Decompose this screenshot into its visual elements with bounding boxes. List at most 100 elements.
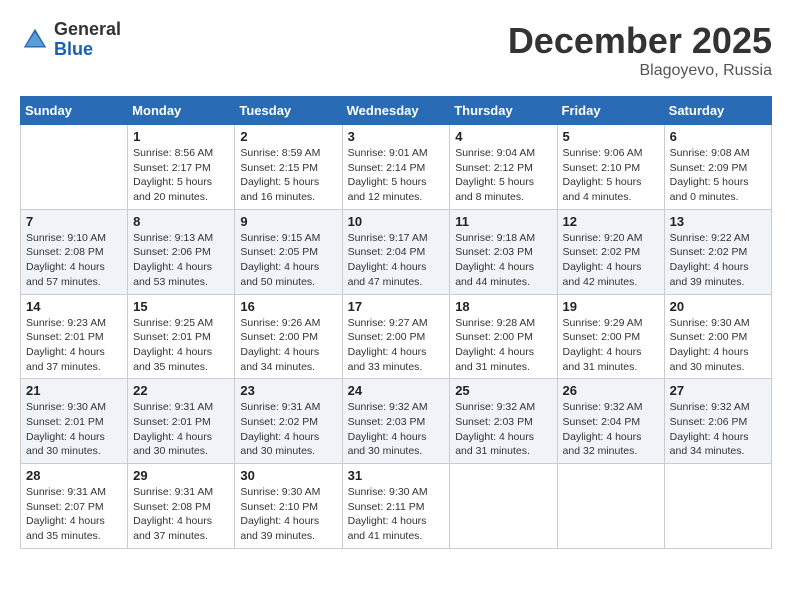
calendar-cell: 3 Sunrise: 9:01 AM Sunset: 2:14 PM Daylig… bbox=[342, 125, 450, 210]
logo-blue: Blue bbox=[54, 40, 121, 60]
day-info: Sunrise: 9:31 AM Sunset: 2:07 PM Dayligh… bbox=[26, 485, 122, 544]
calendar-cell: 21Sunrise: 9:30 AM Sunset: 2:01 PM Dayli… bbox=[21, 379, 128, 464]
calendar-cell: 19 Sunrise: 9:29 AM Sunset: 2:00 PM Dayli… bbox=[557, 294, 664, 379]
calendar-cell: 9Sunrise: 9:15 AM Sunset: 2:05 PM Daylig… bbox=[235, 209, 342, 294]
calendar-cell: 30 Sunrise: 9:30 AM Sunset: 2:10 PM Dayli… bbox=[235, 464, 342, 549]
day-info: Sunrise: 9:32 AM Sunset: 2:06 PM Dayligh… bbox=[670, 400, 766, 459]
month-title: December 2025 bbox=[508, 20, 772, 62]
day-info: Sunrise: 9:31 AM Sunset: 2:01 PM Dayligh… bbox=[133, 400, 229, 459]
calendar-week-4: 21Sunrise: 9:30 AM Sunset: 2:01 PM Dayli… bbox=[21, 379, 772, 464]
day-info: Sunrise: 9:20 AM Sunset: 2:02 PM Dayligh… bbox=[563, 231, 659, 290]
calendar-cell: 7 Sunrise: 9:10 AM Sunset: 2:08 PM Daylig… bbox=[21, 209, 128, 294]
day-info: Sunrise: 9:32 AM Sunset: 2:03 PM Dayligh… bbox=[455, 400, 551, 459]
day-info: Sunrise: 9:15 AM Sunset: 2:05 PM Dayligh… bbox=[240, 231, 336, 290]
calendar-cell: 10 Sunrise: 9:17 AM Sunset: 2:04 PM Dayli… bbox=[342, 209, 450, 294]
day-number: 24 bbox=[348, 383, 445, 398]
day-info: Sunrise: 9:29 AM Sunset: 2:00 PM Dayligh… bbox=[563, 316, 659, 375]
day-info: Sunrise: 9:22 AM Sunset: 2:02 PM Dayligh… bbox=[670, 231, 766, 290]
logo: General Blue bbox=[20, 20, 121, 60]
calendar-cell bbox=[557, 464, 664, 549]
day-info: Sunrise: 9:13 AM Sunset: 2:06 PM Dayligh… bbox=[133, 231, 229, 290]
day-number: 23 bbox=[240, 383, 336, 398]
day-number: 11 bbox=[455, 214, 551, 229]
day-number: 29 bbox=[133, 468, 229, 483]
calendar-table: SundayMondayTuesdayWednesdayThursdayFrid… bbox=[20, 96, 772, 549]
day-number: 6 bbox=[670, 129, 766, 144]
day-info: Sunrise: 9:17 AM Sunset: 2:04 PM Dayligh… bbox=[348, 231, 445, 290]
calendar-cell: 31 Sunrise: 9:30 AM Sunset: 2:11 PM Dayli… bbox=[342, 464, 450, 549]
calendar-week-3: 14 Sunrise: 9:23 AM Sunset: 2:01 PM Dayli… bbox=[21, 294, 772, 379]
calendar-cell: 13 Sunrise: 9:22 AM Sunset: 2:02 PM Dayli… bbox=[664, 209, 771, 294]
day-number: 10 bbox=[348, 214, 445, 229]
calendar-cell bbox=[450, 464, 557, 549]
day-number: 28 bbox=[26, 468, 122, 483]
day-number: 30 bbox=[240, 468, 336, 483]
calendar-cell: 6Sunrise: 9:08 AM Sunset: 2:09 PM Daylig… bbox=[664, 125, 771, 210]
day-number: 19 bbox=[563, 299, 659, 314]
day-info: Sunrise: 9:01 AM Sunset: 2:14 PM Dayligh… bbox=[348, 146, 445, 205]
calendar-week-2: 7 Sunrise: 9:10 AM Sunset: 2:08 PM Daylig… bbox=[21, 209, 772, 294]
calendar-cell: 2Sunrise: 8:59 AM Sunset: 2:15 PM Daylig… bbox=[235, 125, 342, 210]
col-header-sunday: Sunday bbox=[21, 97, 128, 125]
day-number: 12 bbox=[563, 214, 659, 229]
day-info: Sunrise: 9:27 AM Sunset: 2:00 PM Dayligh… bbox=[348, 316, 445, 375]
day-number: 14 bbox=[26, 299, 122, 314]
calendar-cell: 22Sunrise: 9:31 AM Sunset: 2:01 PM Dayli… bbox=[128, 379, 235, 464]
logo-text: General Blue bbox=[54, 20, 121, 60]
calendar-cell bbox=[664, 464, 771, 549]
calendar-cell: 15Sunrise: 9:25 AM Sunset: 2:01 PM Dayli… bbox=[128, 294, 235, 379]
calendar-cell: 23Sunrise: 9:31 AM Sunset: 2:02 PM Dayli… bbox=[235, 379, 342, 464]
day-info: Sunrise: 9:30 AM Sunset: 2:11 PM Dayligh… bbox=[348, 485, 445, 544]
col-header-monday: Monday bbox=[128, 97, 235, 125]
calendar-cell: 20 Sunrise: 9:30 AM Sunset: 2:00 PM Dayli… bbox=[664, 294, 771, 379]
day-number: 4 bbox=[455, 129, 551, 144]
day-number: 31 bbox=[348, 468, 445, 483]
title-block: December 2025 Blagoyevo, Russia bbox=[508, 20, 772, 80]
logo-general: General bbox=[54, 20, 121, 40]
day-number: 1 bbox=[133, 129, 229, 144]
day-info: Sunrise: 9:30 AM Sunset: 2:00 PM Dayligh… bbox=[670, 316, 766, 375]
calendar-cell: 18Sunrise: 9:28 AM Sunset: 2:00 PM Dayli… bbox=[450, 294, 557, 379]
day-info: Sunrise: 9:31 AM Sunset: 2:08 PM Dayligh… bbox=[133, 485, 229, 544]
calendar-week-5: 28 Sunrise: 9:31 AM Sunset: 2:07 PM Dayli… bbox=[21, 464, 772, 549]
day-info: Sunrise: 9:32 AM Sunset: 2:03 PM Dayligh… bbox=[348, 400, 445, 459]
calendar-cell: 4 Sunrise: 9:04 AM Sunset: 2:12 PM Daylig… bbox=[450, 125, 557, 210]
day-number: 7 bbox=[26, 214, 122, 229]
day-info: Sunrise: 9:30 AM Sunset: 2:10 PM Dayligh… bbox=[240, 485, 336, 544]
calendar-cell bbox=[21, 125, 128, 210]
calendar-cell: 29 Sunrise: 9:31 AM Sunset: 2:08 PM Dayli… bbox=[128, 464, 235, 549]
day-info: Sunrise: 9:06 AM Sunset: 2:10 PM Dayligh… bbox=[563, 146, 659, 205]
calendar-cell: 11 Sunrise: 9:18 AM Sunset: 2:03 PM Dayli… bbox=[450, 209, 557, 294]
calendar-cell: 25 Sunrise: 9:32 AM Sunset: 2:03 PM Dayli… bbox=[450, 379, 557, 464]
day-info: Sunrise: 9:18 AM Sunset: 2:03 PM Dayligh… bbox=[455, 231, 551, 290]
day-number: 3 bbox=[348, 129, 445, 144]
calendar-header-row: SundayMondayTuesdayWednesdayThursdayFrid… bbox=[21, 97, 772, 125]
col-header-wednesday: Wednesday bbox=[342, 97, 450, 125]
day-number: 21 bbox=[26, 383, 122, 398]
calendar-cell: 17 Sunrise: 9:27 AM Sunset: 2:00 PM Dayli… bbox=[342, 294, 450, 379]
calendar-week-1: 1 Sunrise: 8:56 AM Sunset: 2:17 PM Daylig… bbox=[21, 125, 772, 210]
day-info: Sunrise: 9:26 AM Sunset: 2:00 PM Dayligh… bbox=[240, 316, 336, 375]
calendar-cell: 12 Sunrise: 9:20 AM Sunset: 2:02 PM Dayli… bbox=[557, 209, 664, 294]
location: Blagoyevo, Russia bbox=[508, 62, 772, 80]
calendar-cell: 8Sunrise: 9:13 AM Sunset: 2:06 PM Daylig… bbox=[128, 209, 235, 294]
day-number: 27 bbox=[670, 383, 766, 398]
day-number: 20 bbox=[670, 299, 766, 314]
calendar-cell: 1 Sunrise: 8:56 AM Sunset: 2:17 PM Daylig… bbox=[128, 125, 235, 210]
calendar-cell: 16Sunrise: 9:26 AM Sunset: 2:00 PM Dayli… bbox=[235, 294, 342, 379]
day-number: 25 bbox=[455, 383, 551, 398]
day-number: 15 bbox=[133, 299, 229, 314]
col-header-tuesday: Tuesday bbox=[235, 97, 342, 125]
day-info: Sunrise: 8:59 AM Sunset: 2:15 PM Dayligh… bbox=[240, 146, 336, 205]
day-number: 13 bbox=[670, 214, 766, 229]
day-info: Sunrise: 9:10 AM Sunset: 2:08 PM Dayligh… bbox=[26, 231, 122, 290]
calendar-cell: 24 Sunrise: 9:32 AM Sunset: 2:03 PM Dayli… bbox=[342, 379, 450, 464]
day-number: 17 bbox=[348, 299, 445, 314]
calendar-cell: 5Sunrise: 9:06 AM Sunset: 2:10 PM Daylig… bbox=[557, 125, 664, 210]
day-info: Sunrise: 9:04 AM Sunset: 2:12 PM Dayligh… bbox=[455, 146, 551, 205]
calendar-cell: 27 Sunrise: 9:32 AM Sunset: 2:06 PM Dayli… bbox=[664, 379, 771, 464]
col-header-friday: Friday bbox=[557, 97, 664, 125]
day-info: Sunrise: 8:56 AM Sunset: 2:17 PM Dayligh… bbox=[133, 146, 229, 205]
day-info: Sunrise: 9:23 AM Sunset: 2:01 PM Dayligh… bbox=[26, 316, 122, 375]
calendar-cell: 26Sunrise: 9:32 AM Sunset: 2:04 PM Dayli… bbox=[557, 379, 664, 464]
